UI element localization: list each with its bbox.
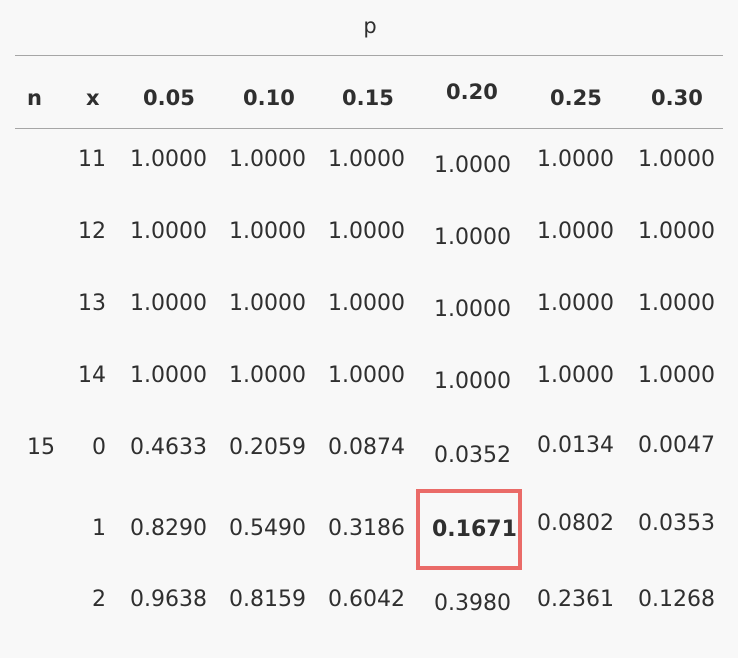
p015-cell: 1.0000 — [328, 147, 405, 172]
p025-cell: 1.0000 — [537, 363, 614, 388]
p020-cell: 0.0352 — [434, 443, 511, 468]
p020-cell: 1.0000 — [434, 225, 511, 250]
table-row: 14 1.0000 1.0000 1.0000 1.0000 1.0000 1.… — [0, 362, 738, 434]
table-row: 2 0.9638 0.8159 0.6042 0.3980 0.2361 0.1… — [0, 586, 738, 658]
p010-cell: 1.0000 — [229, 291, 306, 316]
header-p-015: 0.15 — [342, 86, 394, 110]
x-cell: 1 — [92, 516, 106, 541]
highlighted-value: 0.1671 — [432, 517, 517, 542]
table-body: 11 1.0000 1.0000 1.0000 1.0000 1.0000 1.… — [0, 130, 738, 621]
p010-cell: 0.8159 — [229, 587, 306, 612]
p030-cell: 0.0353 — [638, 511, 715, 536]
x-cell: 12 — [78, 219, 106, 244]
p010-cell: 1.0000 — [229, 147, 306, 172]
x-cell: 0 — [92, 435, 106, 460]
p015-cell: 0.6042 — [328, 587, 405, 612]
p015-cell: 1.0000 — [328, 291, 405, 316]
n-cell: 15 — [27, 435, 55, 460]
table-row: 13 1.0000 1.0000 1.0000 1.0000 1.0000 1.… — [0, 290, 738, 362]
header-p-020: 0.20 — [446, 80, 498, 104]
p030-cell: 1.0000 — [638, 291, 715, 316]
p015-cell: 0.0874 — [328, 435, 405, 460]
p005-cell: 0.4633 — [130, 435, 207, 460]
binomial-table-page: p n x 0.05 0.10 0.15 0.20 0.25 0.30 11 1… — [0, 0, 738, 621]
table-row: 15 0 0.4633 0.2059 0.0874 0.0352 0.0134 … — [0, 433, 738, 506]
p015-cell: 0.3186 — [328, 516, 405, 541]
p015-cell: 1.0000 — [328, 363, 405, 388]
table-row: 11 1.0000 1.0000 1.0000 1.0000 1.0000 1.… — [0, 146, 738, 218]
p005-cell: 1.0000 — [130, 363, 207, 388]
p010-cell: 1.0000 — [229, 363, 306, 388]
header-p-010: 0.10 — [243, 86, 295, 110]
p020-cell: 0.3980 — [434, 591, 511, 616]
p025-cell: 1.0000 — [537, 147, 614, 172]
p025-cell: 0.2361 — [537, 587, 614, 612]
table-row: 1 0.8290 0.5490 0.3186 0.0802 0.0353 — [0, 511, 738, 587]
p030-cell: 0.0047 — [638, 433, 715, 458]
p030-cell: 1.0000 — [638, 219, 715, 244]
x-cell: 11 — [78, 147, 106, 172]
header-p-030: 0.30 — [651, 86, 703, 110]
p020-cell: 1.0000 — [434, 153, 511, 178]
p-heading: p — [363, 14, 377, 38]
p005-cell: 0.8290 — [130, 516, 207, 541]
p010-cell: 1.0000 — [229, 219, 306, 244]
p015-cell: 1.0000 — [328, 219, 405, 244]
x-cell: 2 — [92, 587, 106, 612]
p020-cell: 1.0000 — [434, 297, 511, 322]
header-n: n — [27, 86, 42, 110]
top-divider — [15, 55, 723, 56]
p005-cell: 1.0000 — [130, 219, 207, 244]
header-p-005: 0.05 — [143, 86, 195, 110]
p025-cell: 1.0000 — [537, 291, 614, 316]
x-cell: 13 — [78, 291, 106, 316]
p025-cell: 0.0802 — [537, 511, 614, 536]
header-row: n x 0.05 0.10 0.15 0.20 0.25 0.30 — [0, 80, 738, 116]
p005-cell: 1.0000 — [130, 147, 207, 172]
p010-cell: 0.2059 — [229, 435, 306, 460]
header-divider — [15, 128, 723, 129]
p020-cell: 1.0000 — [434, 369, 511, 394]
p005-cell: 1.0000 — [130, 291, 207, 316]
header-p-025: 0.25 — [550, 86, 602, 110]
p030-cell: 1.0000 — [638, 147, 715, 172]
p025-cell: 0.0134 — [537, 433, 614, 458]
p025-cell: 1.0000 — [537, 219, 614, 244]
p005-cell: 0.9638 — [130, 587, 207, 612]
x-cell: 14 — [78, 363, 106, 388]
p030-cell: 1.0000 — [638, 363, 715, 388]
table-row: 12 1.0000 1.0000 1.0000 1.0000 1.0000 1.… — [0, 218, 738, 290]
header-x: x — [86, 86, 100, 110]
p010-cell: 0.5490 — [229, 516, 306, 541]
p030-cell: 0.1268 — [638, 587, 715, 612]
